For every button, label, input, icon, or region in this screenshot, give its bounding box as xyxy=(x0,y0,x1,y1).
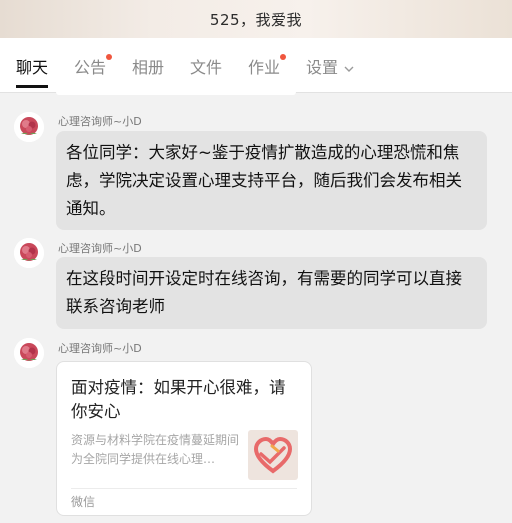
message-bubble[interactable]: 在这段时间开设定时在线咨询，有需要的同学可以直接联系咨询老师 xyxy=(56,257,487,329)
sender-name: 心理咨询师~小D xyxy=(58,115,142,128)
tab-announcements-label: 公告 xyxy=(74,58,107,77)
announcements-badge xyxy=(106,54,113,60)
avatar[interactable] xyxy=(14,238,44,268)
title-bar: 525，我爱我 xyxy=(0,0,512,38)
active-tab-indicator xyxy=(16,85,49,88)
homework-badge xyxy=(280,54,287,60)
message-bubble[interactable]: 各位同学：大家好~鉴于疫情扩散造成的心理恐慌和焦虑，学院决定设置心理支持平台，随… xyxy=(56,131,487,230)
card-thumbnail xyxy=(248,430,298,480)
tab-bar: 聊天 公告 相册 文件 作业 设置 xyxy=(0,38,512,93)
avatar[interactable] xyxy=(14,112,44,142)
tab-homework[interactable]: 作业 xyxy=(248,54,287,78)
heart-hand-logo-icon xyxy=(253,436,293,474)
sender-name: 心理咨询师~小D xyxy=(58,242,142,255)
tab-chat[interactable]: 聊天 xyxy=(16,58,49,88)
tab-files-label: 文件 xyxy=(190,58,223,77)
card-divider xyxy=(71,488,297,489)
tab-album-label: 相册 xyxy=(132,58,165,77)
card-title: 面对疫情：如果开心很难，请你安心 xyxy=(71,378,286,421)
tab-album[interactable]: 相册 xyxy=(132,58,164,78)
tab-settings[interactable]: 设置 xyxy=(306,58,354,78)
chevron-down-icon xyxy=(344,60,354,80)
tab-files[interactable]: 文件 xyxy=(190,58,222,78)
tab-homework-label: 作业 xyxy=(248,58,281,77)
previous-message-edge xyxy=(56,92,296,95)
sender-name: 心理咨询师~小D xyxy=(58,342,142,355)
group-title: 525，我爱我 xyxy=(209,10,303,29)
card-description: 资源与材料学院在疫情蔓延期间为全院同学提供在线心理… xyxy=(71,433,240,466)
shared-article-card[interactable]: 面对疫情：如果开心很难，请你安心 资源与材料学院在疫情蔓延期间为全院同学提供在线… xyxy=(56,361,312,516)
tab-settings-label: 设置 xyxy=(306,58,339,77)
tab-announcements[interactable]: 公告 xyxy=(74,54,113,78)
avatar[interactable] xyxy=(14,338,44,368)
card-source: 微信 xyxy=(71,495,96,509)
tab-chat-label: 聊天 xyxy=(16,58,49,77)
